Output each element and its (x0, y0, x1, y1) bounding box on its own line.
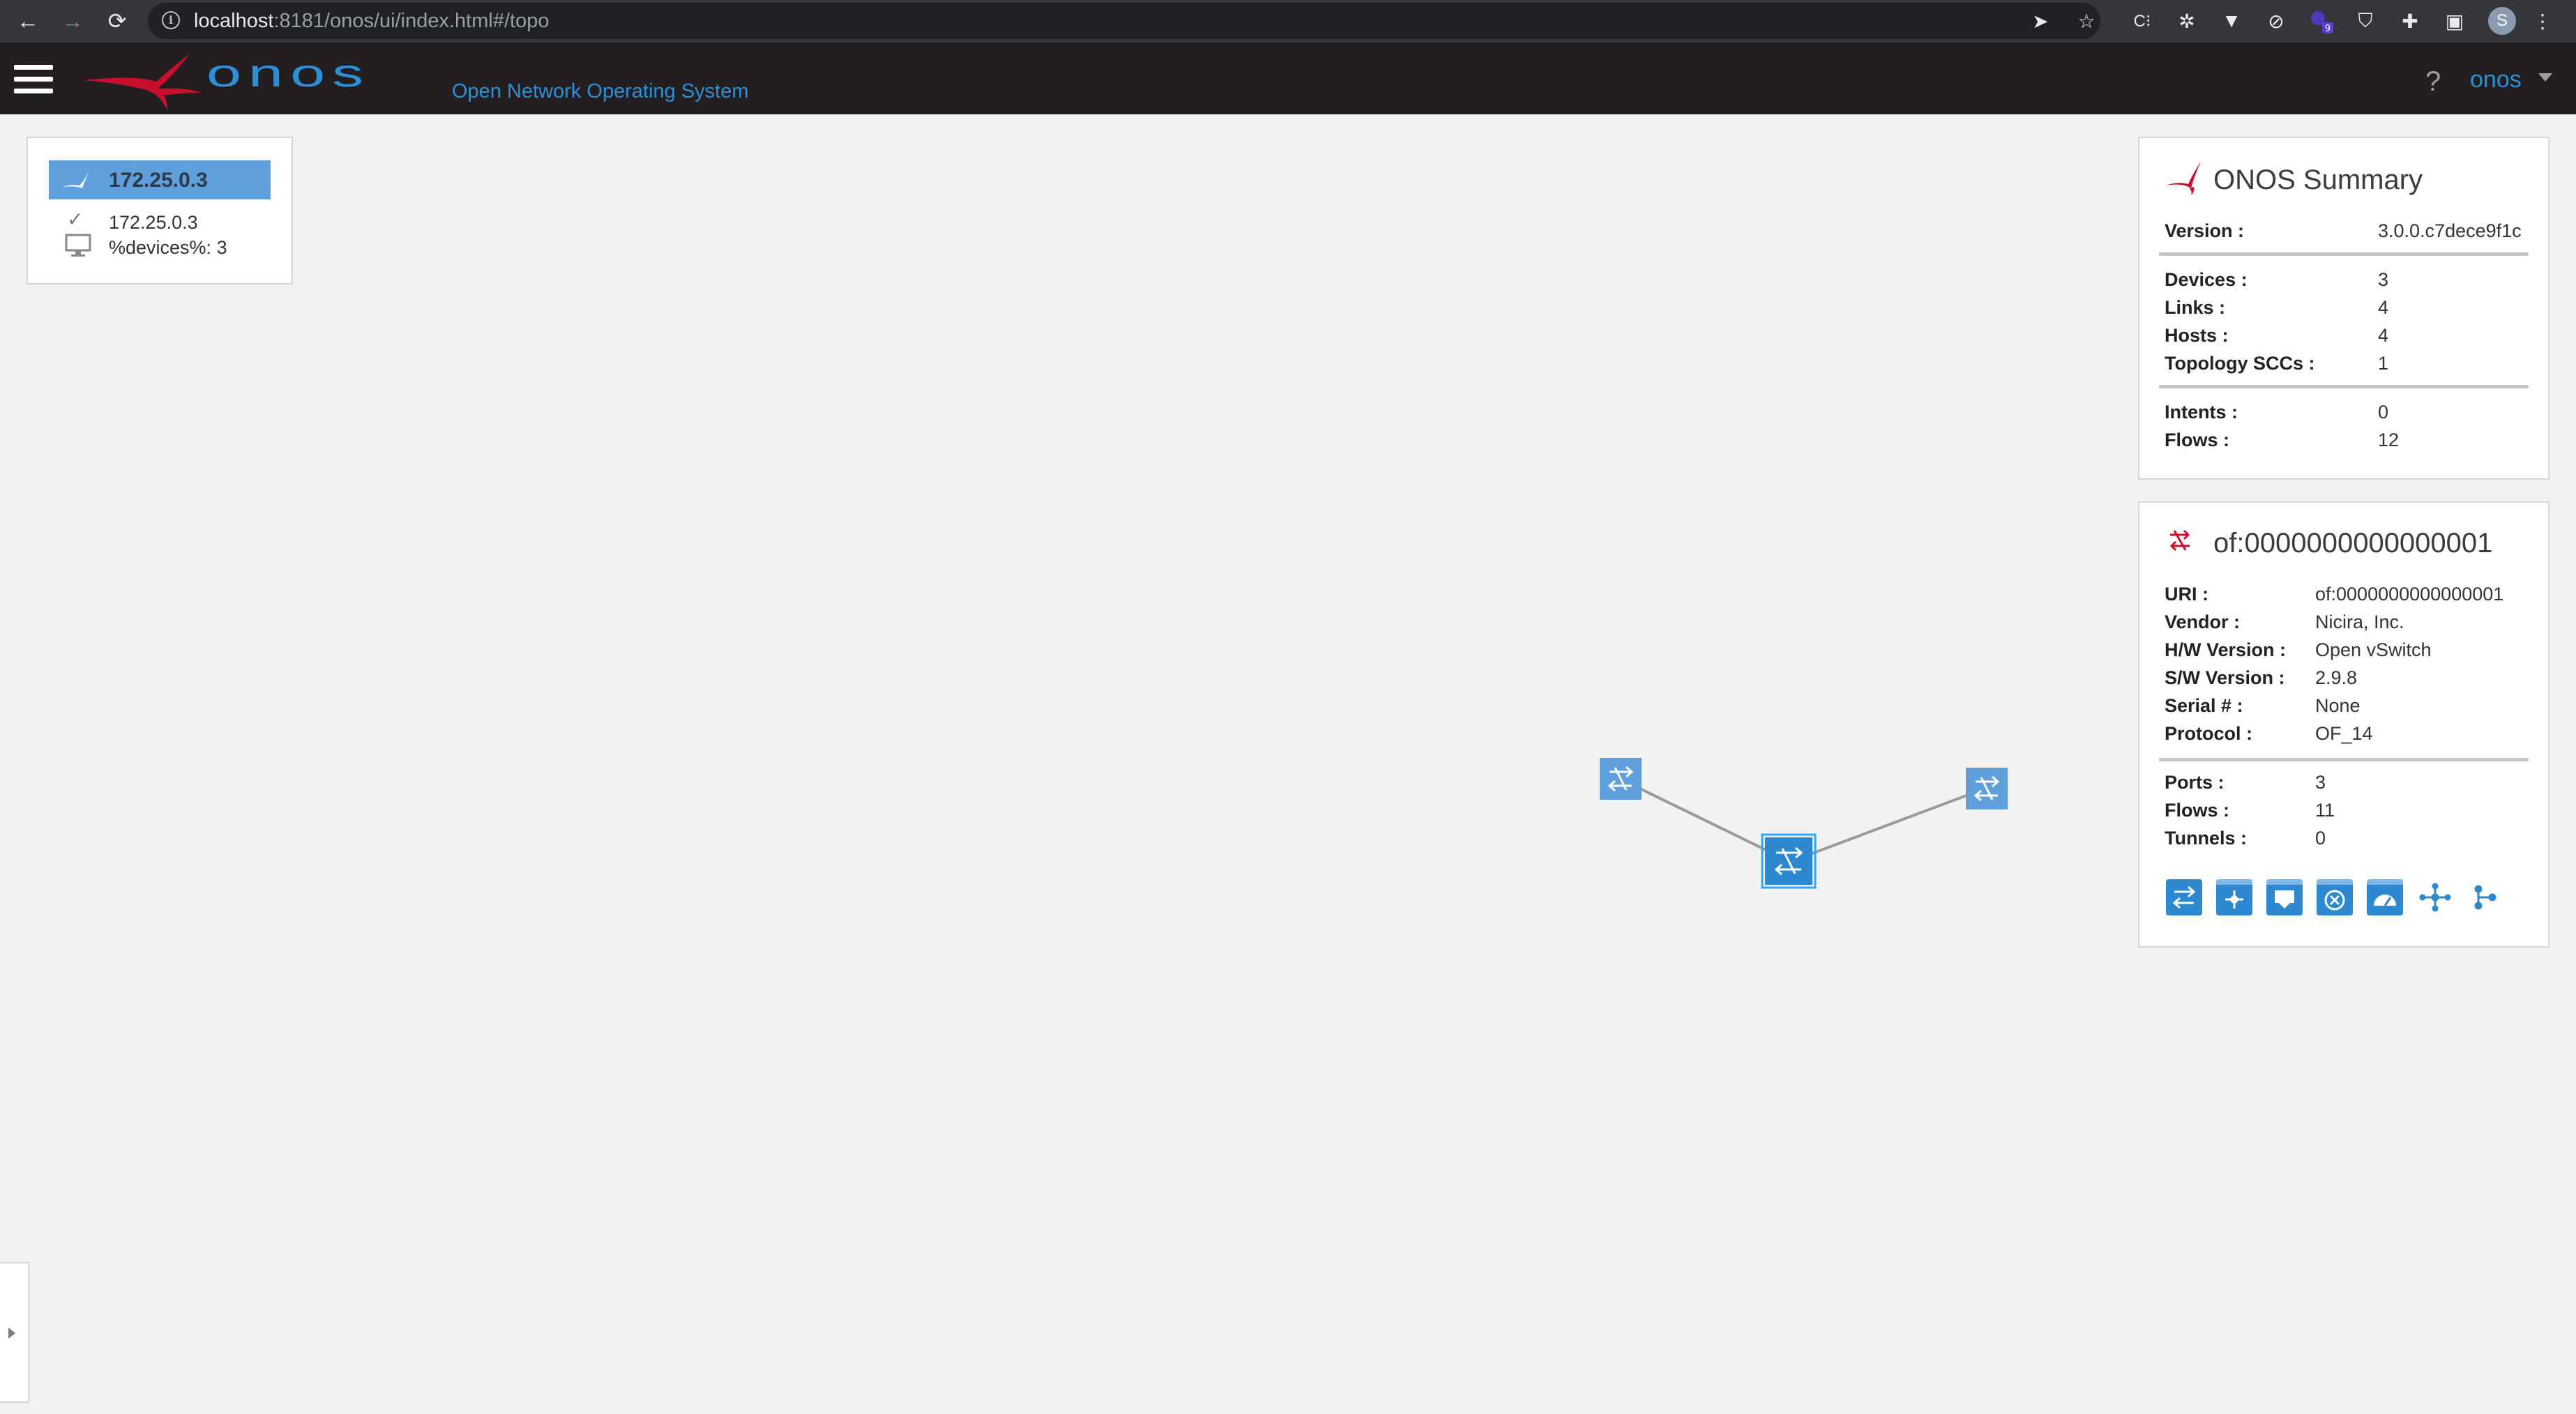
device-flows-value: 11 (2315, 800, 2335, 821)
prop-label: Intents : (2165, 402, 2238, 423)
pipeconf-icon[interactable] (2367, 879, 2403, 915)
prop-label: Flows : (2165, 800, 2229, 821)
prop-label: Vendor : (2165, 611, 2241, 632)
instance-panel: 172.25.0.3 ✓ 172.25.0.3 %devices%: 3 (26, 137, 293, 284)
instance-title: 172.25.0.3 (109, 169, 208, 192)
prop-label: S/W Version : (2165, 667, 2285, 688)
instance-device-count: %devices%: 3 (109, 237, 227, 258)
switch-node[interactable] (1966, 768, 2008, 809)
prop-label: H/W Version : (2165, 639, 2287, 660)
separator (2159, 385, 2529, 388)
meter-reading-icon[interactable] (2467, 879, 2503, 915)
uri-value: of:0000000000000001 (2315, 584, 2504, 605)
device-title: of:0000000000000001 (2213, 528, 2493, 558)
hosts-value: 4 (2378, 325, 2389, 346)
instance-header[interactable]: 172.25.0.3 (49, 160, 271, 199)
summary-title: ONOS Summary (2213, 165, 2423, 195)
prop-label: URI : (2165, 584, 2208, 605)
switch-icon (2169, 529, 2190, 552)
prop-label: Serial # : (2165, 695, 2243, 716)
hw-value: Open vSwitch (2315, 639, 2432, 660)
flows-value: 12 (2378, 429, 2400, 450)
intents-value: 0 (2378, 402, 2389, 423)
chevron-right-icon (8, 1328, 15, 1339)
serial-value: None (2315, 695, 2361, 716)
onos-instance-icon (63, 169, 91, 188)
sw-value: 2.9.8 (2315, 667, 2358, 688)
check-icon: ✓ (67, 208, 84, 230)
prop-label: Version : (2165, 220, 2245, 241)
prop-label: Ports : (2165, 772, 2225, 793)
prop-label: Topology SCCs : (2165, 353, 2315, 374)
topology-add-icon[interactable] (2417, 879, 2453, 915)
device-details-panel: of:0000000000000001 URI : of:00000000000… (2138, 501, 2550, 948)
side-drawer-tab[interactable] (0, 1262, 29, 1403)
vendor-value: Nicira, Inc. (2315, 611, 2404, 632)
sccs-value: 1 (2378, 353, 2389, 374)
summary-panel: ONOS Summary Version : 3.0.0.c7dece9f1c … (2138, 137, 2550, 480)
separator (2159, 252, 2529, 256)
monitor-icon (65, 234, 91, 257)
protocol-value: OF_14 (2315, 723, 2373, 744)
prop-label: Links : (2165, 297, 2226, 318)
ports-table-icon[interactable] (2216, 879, 2252, 915)
version-value: 3.0.0.c7dece9f1c (2378, 220, 2522, 241)
prop-label: Flows : (2165, 429, 2229, 450)
meters-table-icon[interactable] (2317, 879, 2353, 915)
switch-node[interactable] (1600, 758, 1642, 800)
prop-label: Protocol : (2165, 723, 2252, 744)
tunnels-value: 0 (2315, 828, 2326, 849)
separator (2159, 758, 2529, 761)
topology-link[interactable] (1789, 786, 1987, 863)
devices-value: 3 (2378, 269, 2389, 290)
flows-table-icon[interactable] (2166, 879, 2202, 915)
prop-label: Devices : (2165, 269, 2248, 290)
instance-ip: 172.25.0.3 (109, 212, 198, 233)
topology-link[interactable] (1621, 778, 1791, 863)
links-value: 4 (2378, 297, 2389, 318)
ports-value: 3 (2315, 772, 2326, 793)
switch-node-selected[interactable] (1761, 833, 1817, 889)
groups-table-icon[interactable] (2266, 879, 2303, 915)
onos-bird-icon (2166, 162, 2201, 195)
prop-label: Tunnels : (2165, 828, 2247, 849)
prop-label: Hosts : (2165, 325, 2229, 346)
